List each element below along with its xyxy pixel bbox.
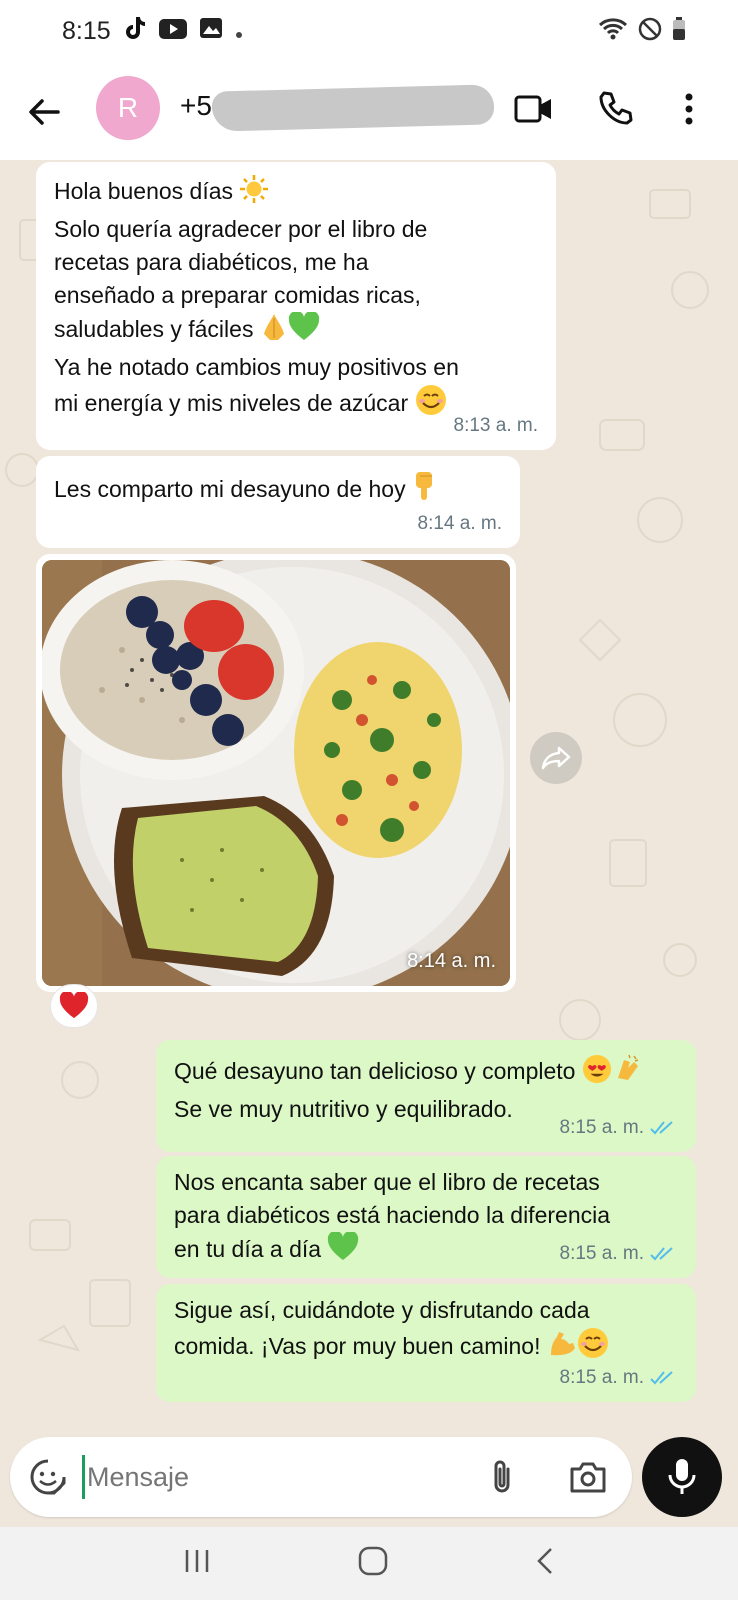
heart-eyes-emoji-icon: [582, 1054, 612, 1093]
battery-icon: [672, 16, 686, 46]
folded-hands-emoji-icon: [260, 312, 288, 351]
contact-name[interactable]: +5: [180, 90, 212, 122]
voice-call-button[interactable]: [596, 90, 634, 128]
sticker-icon: [30, 1459, 66, 1495]
avatar-letter: R: [117, 92, 139, 123]
message-line: saludables y fáciles: [54, 310, 538, 351]
breakfast-photo-illustration: [42, 560, 510, 986]
message-line: Sigue así, cuidándote y disfrutando cada: [174, 1297, 590, 1323]
back-button[interactable]: [26, 94, 62, 130]
message-timestamp: 8:15 a. m.: [560, 1111, 679, 1144]
avatar[interactable]: R: [96, 76, 160, 140]
message-line: Ya he notado cambios muy positivos en: [54, 354, 459, 380]
incoming-message[interactable]: Hola buenos días Solo quería agradecer p…: [36, 162, 556, 450]
outgoing-message[interactable]: Sigue así, cuidándote y disfrutando cada…: [156, 1284, 696, 1402]
message-line: para diabéticos está haciendo la diferen…: [174, 1202, 611, 1228]
clapping-hands-emoji-icon: [612, 1054, 642, 1093]
attach-button[interactable]: [486, 1457, 518, 1497]
chat-header: R +5: [0, 62, 738, 160]
outgoing-message[interactable]: Nos encanta saber que el libro de receta…: [156, 1156, 696, 1278]
reaction-badge[interactable]: [50, 984, 98, 1028]
message-line: Qué desayuno tan delicioso y completo: [174, 1054, 678, 1093]
chat-area[interactable]: Hola buenos días Solo quería agradecer p…: [0, 160, 738, 1435]
message-timestamp: 8:15 a. m.: [560, 1361, 679, 1394]
video-call-button[interactable]: [514, 92, 554, 126]
camera-icon: [570, 1462, 606, 1493]
chevron-left-icon: [536, 1548, 552, 1574]
tiktok-icon: [123, 15, 147, 48]
message-timestamp: 8:13 a. m.: [453, 415, 539, 436]
sun-emoji-icon: [239, 174, 269, 213]
incoming-message[interactable]: Les comparto mi desayuno de hoy 8:14 a. …: [36, 456, 520, 548]
message-timestamp: 8:15 a. m.: [560, 1237, 679, 1270]
more-vertical-icon: [685, 93, 693, 125]
image-timestamp: 8:14 a. m.: [407, 950, 496, 972]
recent-apps-button[interactable]: [182, 1547, 212, 1580]
forward-button[interactable]: [530, 732, 582, 784]
status-bar: 8:15: [0, 0, 738, 62]
pointing-down-emoji-icon: [412, 470, 438, 511]
do-not-disturb-icon: [638, 17, 662, 46]
message-line: Solo quería agradecer por el libro de: [54, 216, 428, 242]
red-heart-icon: [59, 992, 89, 1019]
home-icon: [358, 1546, 388, 1576]
sticker-button[interactable]: [28, 1457, 68, 1497]
home-button[interactable]: [357, 1545, 389, 1582]
message-line: recetas para diabéticos, me ha: [54, 249, 369, 275]
double-check-read-icon: [650, 1246, 673, 1260]
breakfast-photo[interactable]: 8:14 a. m.: [42, 560, 510, 986]
wifi-icon: [598, 17, 628, 46]
incoming-image-message[interactable]: 8:14 a. m.: [36, 554, 516, 992]
green-heart-emoji-icon: [327, 1230, 359, 1271]
notification-dot-icon: [235, 17, 243, 46]
recent-apps-icon: [186, 1550, 209, 1572]
back-nav-button[interactable]: [534, 1546, 556, 1581]
paperclip-icon: [494, 1460, 510, 1493]
message-input-container: [10, 1437, 632, 1517]
camera-button[interactable]: [568, 1459, 608, 1495]
smiling-emoji-icon: [415, 384, 447, 425]
double-check-read-icon: [650, 1120, 673, 1134]
message-line: Les comparto mi desayuno de hoy: [54, 470, 502, 511]
contact-name-text: +5: [180, 90, 212, 121]
arrow-left-icon: [29, 99, 60, 125]
outgoing-message[interactable]: Qué desayuno tan delicioso y completo Se…: [156, 1040, 696, 1152]
microphone-icon: [668, 1459, 696, 1494]
message-input[interactable]: [82, 1455, 462, 1499]
double-check-read-icon: [650, 1370, 673, 1384]
message-line: Nos encanta saber que el libro de receta…: [174, 1169, 600, 1195]
forward-icon: [541, 746, 571, 770]
video-camera-icon: [514, 95, 551, 123]
message-timestamp: 8:14 a. m.: [417, 513, 503, 534]
status-time: 8:15: [62, 16, 111, 45]
voice-message-button[interactable]: [642, 1437, 722, 1517]
more-options-button[interactable]: [678, 92, 700, 126]
message-line: enseñado a preparar comidas ricas,: [54, 282, 421, 308]
youtube-icon: [158, 17, 187, 46]
gallery-icon: [199, 17, 223, 46]
composer-bar: [0, 1435, 738, 1527]
message-line: Hola buenos días: [54, 174, 538, 213]
redaction-scribble: [211, 84, 495, 132]
system-nav-bar: [0, 1527, 738, 1600]
phone-icon: [599, 91, 633, 125]
green-heart-emoji-icon: [288, 310, 320, 351]
